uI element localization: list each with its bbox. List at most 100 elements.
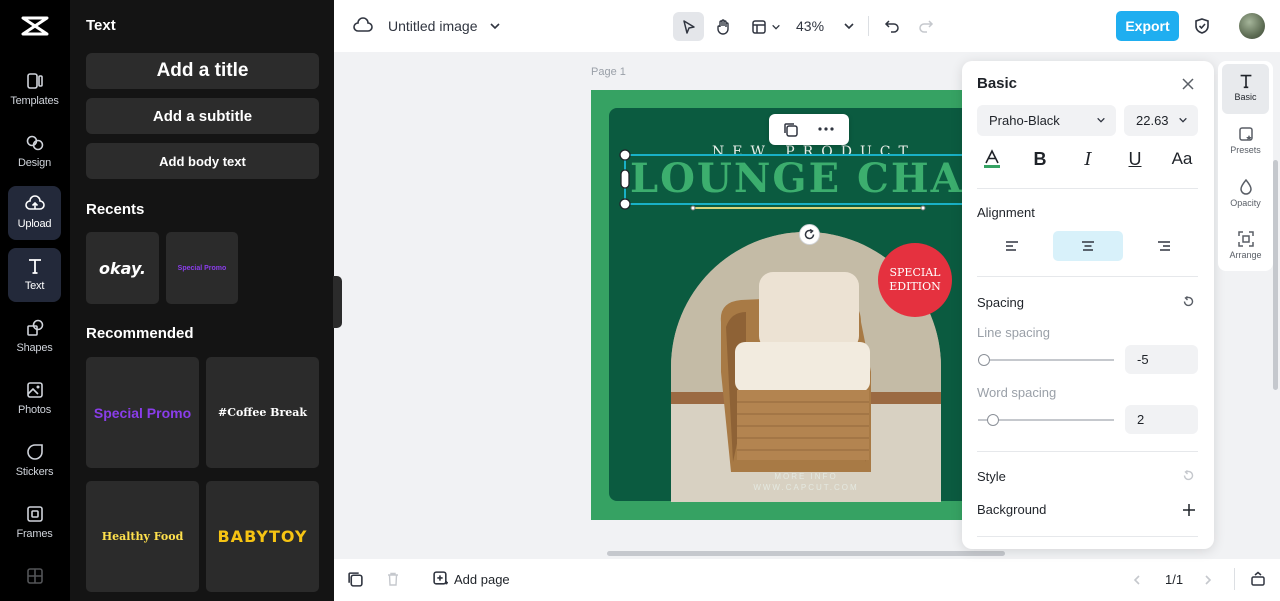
rail-item-shapes[interactable]: Shapes [8, 310, 61, 364]
undo-icon[interactable] [881, 15, 903, 37]
more-options-icon[interactable] [817, 121, 835, 137]
tab-opacity[interactable]: Opacity [1222, 170, 1269, 220]
duplicate-icon[interactable] [783, 122, 799, 138]
capcut-logo-icon[interactable] [20, 14, 50, 38]
slider-knob[interactable] [978, 354, 990, 366]
layout-dropdown[interactable] [746, 12, 786, 41]
rail-item-photos[interactable]: Photos [8, 372, 61, 426]
cloud-save-icon[interactable] [352, 15, 374, 37]
add-title-button[interactable]: Add a title [86, 53, 319, 89]
horizontal-scrollbar[interactable] [607, 551, 1005, 556]
reset-style-icon[interactable] [1182, 469, 1196, 483]
font-size-select[interactable]: 22.63 [1124, 105, 1198, 136]
background-label: Background [977, 502, 1047, 517]
special-edition-badge[interactable]: SPECIAL EDITION [878, 243, 952, 317]
word-spacing-input[interactable]: 2 [1125, 405, 1198, 434]
add-body-text-button[interactable]: Add body text [86, 143, 319, 179]
recent-template[interactable]: okay. [86, 232, 159, 304]
vertical-scrollbar[interactable] [1273, 160, 1278, 390]
line-spacing-slider[interactable] [978, 354, 1114, 366]
divider [977, 276, 1198, 277]
select-tool-button[interactable] [673, 12, 704, 41]
tab-arrange[interactable]: Arrange [1222, 222, 1269, 272]
more-info-text[interactable]: MORE INFO [671, 472, 941, 481]
duplicate-page-icon[interactable] [347, 571, 365, 589]
rail-label: Upload [17, 218, 52, 230]
add-subtitle-button[interactable]: Add a subtitle [86, 98, 319, 134]
rail-item-frames[interactable]: Frames [8, 496, 61, 550]
text-selection-box[interactable] [618, 148, 978, 218]
bold-icon[interactable]: B [1026, 145, 1054, 173]
recommended-template[interactable]: BABYTOY [206, 481, 319, 592]
hand-tool-button[interactable] [710, 12, 738, 41]
page-label: Page 1 [591, 66, 626, 78]
add-background-icon[interactable] [1182, 503, 1196, 517]
add-page-icon[interactable] [432, 570, 450, 588]
rail-item-stickers[interactable]: Stickers [8, 434, 61, 488]
grid-icon [26, 568, 43, 584]
badge-line: EDITION [889, 280, 941, 293]
zoom-chevron-down-icon[interactable] [840, 16, 858, 36]
presets-icon [1238, 127, 1253, 141]
chevron-down-icon [1179, 117, 1187, 123]
rail-item-text[interactable]: Text [8, 248, 61, 302]
document-title[interactable]: Untitled image [388, 16, 478, 36]
shapes-icon [26, 319, 43, 336]
reset-spacing-icon[interactable] [1182, 295, 1196, 309]
align-center-button[interactable] [1053, 231, 1123, 261]
tab-presets[interactable]: Presets [1222, 117, 1269, 167]
tab-label: Arrange [1229, 250, 1262, 260]
word-spacing-slider[interactable] [978, 414, 1114, 426]
rail-item-upload[interactable]: Upload [8, 186, 61, 240]
rail-label: Shapes [16, 342, 53, 354]
italic-icon[interactable]: I [1074, 145, 1102, 173]
rail-label: Text [24, 280, 45, 292]
underline-icon[interactable]: U [1121, 145, 1149, 173]
rail-item-design[interactable]: Design [8, 125, 61, 179]
rail-item-more[interactable] [8, 558, 61, 601]
rail-item-templates[interactable]: Templates [8, 63, 61, 117]
word-spacing-label: Word spacing [977, 385, 1057, 400]
chevron-down-icon [772, 24, 780, 30]
text-color-button[interactable] [978, 145, 1006, 173]
panel-collapse-handle[interactable] [333, 276, 342, 328]
zoom-level[interactable]: 43% [796, 16, 824, 36]
align-right-button[interactable] [1129, 231, 1199, 261]
recommended-template-text: Healthy Food [101, 530, 184, 543]
line-spacing-input[interactable]: -5 [1125, 345, 1198, 374]
recommended-template[interactable]: Special Promo [86, 357, 199, 468]
text-case-icon[interactable]: Aa [1168, 145, 1196, 173]
align-left-button[interactable] [977, 231, 1047, 261]
redo-icon[interactable] [915, 15, 937, 37]
style-label: Style [977, 469, 1006, 484]
text-panel: Text Add a title Add a subtitle Add body… [70, 0, 334, 601]
spacing-label: Spacing [977, 295, 1024, 310]
shield-icon[interactable] [1191, 15, 1213, 37]
close-icon[interactable] [1181, 77, 1197, 93]
chevron-down-icon[interactable] [486, 16, 504, 36]
avatar[interactable] [1239, 13, 1265, 39]
prev-page-icon[interactable] [1131, 573, 1145, 587]
add-page-button[interactable]: Add page [454, 572, 510, 587]
next-page-icon[interactable] [1202, 573, 1216, 587]
font-family-select[interactable]: Praho-Black [977, 105, 1116, 136]
rail-label: Frames [16, 528, 53, 540]
badge-line: SPECIAL [889, 266, 941, 279]
recent-template[interactable]: Special Promo [166, 232, 238, 304]
website-text[interactable]: WWW.CAPCUT.COM [671, 483, 941, 492]
font-size-value: 22.63 [1136, 113, 1169, 128]
tab-basic[interactable]: Basic [1222, 64, 1269, 114]
page-pagination: 1/1 [1165, 572, 1184, 587]
page-manager-icon[interactable] [1250, 571, 1268, 589]
recommended-template[interactable]: #Coffee Break [206, 357, 319, 468]
rotate-icon[interactable] [799, 224, 820, 245]
layout-icon [752, 19, 766, 34]
recent-template-text: Special Promo [177, 264, 227, 272]
recommended-template[interactable]: Healthy Food [86, 481, 199, 592]
export-button[interactable]: Export [1116, 11, 1179, 41]
recommended-template-text: Special Promo [93, 404, 192, 421]
trash-icon[interactable] [385, 571, 403, 589]
tab-label: Presets [1230, 145, 1261, 155]
hand-icon [717, 18, 729, 35]
slider-knob[interactable] [987, 414, 999, 426]
